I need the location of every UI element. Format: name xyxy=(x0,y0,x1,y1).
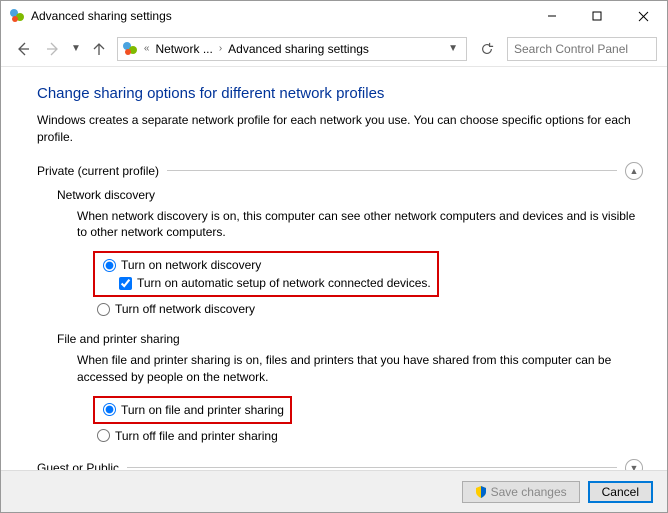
radio-fileshare-off-input[interactable] xyxy=(97,429,110,442)
radio-discovery-off[interactable]: Turn off network discovery xyxy=(37,300,643,318)
network-discovery-title: Network discovery xyxy=(37,188,643,202)
footer-bar: Save changes Cancel xyxy=(1,470,667,512)
radio-fileshare-on[interactable]: Turn on file and printer sharing xyxy=(101,401,284,419)
back-button[interactable] xyxy=(11,37,35,61)
save-changes-button[interactable]: Save changes xyxy=(462,481,580,503)
breadcrumb-network[interactable]: Network ... xyxy=(155,42,212,56)
cancel-button[interactable]: Cancel xyxy=(588,481,653,503)
control-panel-icon xyxy=(9,8,25,24)
content-area: Change sharing options for different net… xyxy=(1,67,667,470)
radio-discovery-on-input[interactable] xyxy=(103,259,116,272)
shield-icon xyxy=(475,486,487,498)
breadcrumb-advanced-sharing[interactable]: Advanced sharing settings xyxy=(228,42,369,56)
up-button[interactable] xyxy=(87,37,111,61)
forward-button[interactable] xyxy=(41,37,65,61)
chevron-up-icon[interactable]: ▲ xyxy=(625,162,643,180)
highlight-fileshare: Turn on file and printer sharing xyxy=(93,396,292,424)
chevron-down-icon[interactable]: ▼ xyxy=(625,459,643,470)
titlebar: Advanced sharing settings xyxy=(1,1,667,31)
profile-private-header[interactable]: Private (current profile) ▲ xyxy=(37,162,643,180)
address-bar[interactable]: « Network ... › Advanced sharing setting… xyxy=(117,37,467,61)
close-button[interactable] xyxy=(619,1,667,31)
address-icon xyxy=(122,41,138,57)
checkbox-auto-setup-input[interactable] xyxy=(119,277,132,290)
crumb-sep-icon: « xyxy=(142,43,152,54)
network-discovery-desc: When network discovery is on, this compu… xyxy=(37,208,643,252)
page-heading: Change sharing options for different net… xyxy=(37,85,643,102)
window-controls xyxy=(529,1,667,31)
radio-discovery-off-input[interactable] xyxy=(97,303,110,316)
maximize-button[interactable] xyxy=(574,1,619,31)
file-sharing-title: File and printer sharing xyxy=(37,332,643,346)
checkbox-auto-setup[interactable]: Turn on automatic setup of network conne… xyxy=(101,274,431,292)
file-sharing-desc: When file and printer sharing is on, fil… xyxy=(37,352,643,396)
radio-fileshare-on-input[interactable] xyxy=(103,403,116,416)
window-title: Advanced sharing settings xyxy=(31,9,529,23)
radio-fileshare-off[interactable]: Turn off file and printer sharing xyxy=(37,427,643,445)
navigation-toolbar: ▼ « Network ... › Advanced sharing setti… xyxy=(1,31,667,67)
search-input[interactable] xyxy=(507,37,657,61)
address-dropdown-icon[interactable]: ▼ xyxy=(444,43,462,54)
refresh-button[interactable] xyxy=(473,37,501,61)
recent-locations-button[interactable]: ▼ xyxy=(71,43,81,54)
chevron-right-icon: › xyxy=(217,43,224,54)
profile-guest-header[interactable]: Guest or Public ▼ xyxy=(37,459,643,470)
page-description: Windows creates a separate network profi… xyxy=(37,112,643,146)
profile-guest-label: Guest or Public xyxy=(37,461,119,470)
radio-discovery-on[interactable]: Turn on network discovery xyxy=(101,256,431,274)
highlight-discovery: Turn on network discovery Turn on automa… xyxy=(93,251,439,297)
minimize-button[interactable] xyxy=(529,1,574,31)
profile-private-label: Private (current profile) xyxy=(37,164,159,178)
